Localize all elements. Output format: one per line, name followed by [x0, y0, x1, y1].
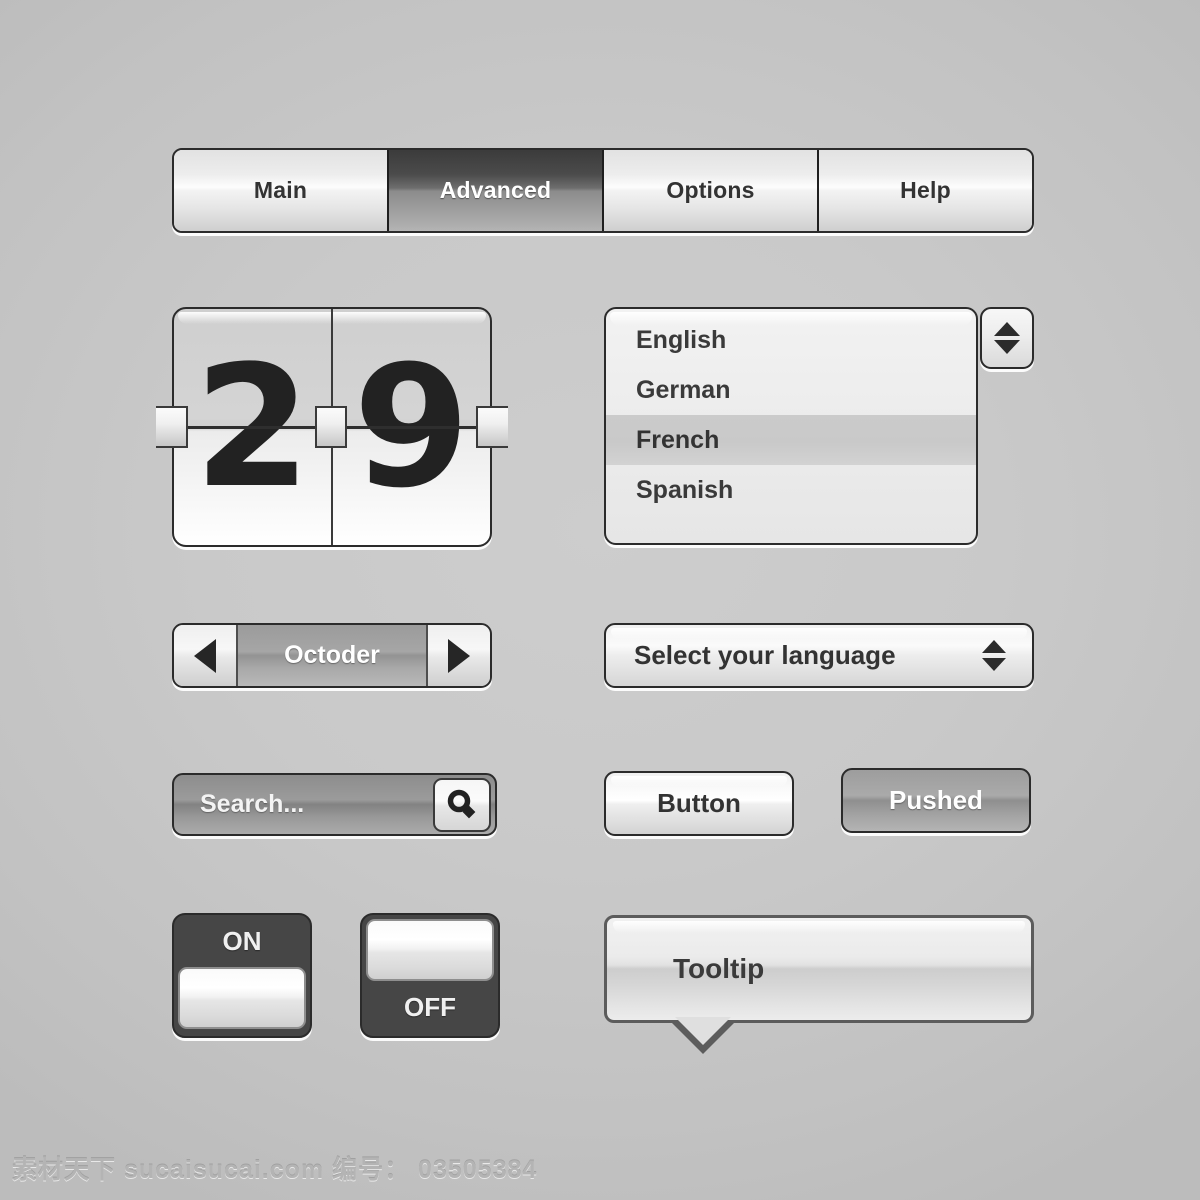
tab-advanced[interactable]: Advanced — [389, 150, 604, 231]
tab-main[interactable]: Main — [174, 150, 389, 231]
select-spinner[interactable] — [982, 640, 1032, 671]
watermark-text: 素材天下 sucaisucai.com 编号： 03505384 — [12, 1156, 538, 1184]
list-scroll-spinner[interactable] — [980, 307, 1034, 369]
list-item-spanish[interactable]: Spanish — [606, 465, 976, 515]
tooltip-text: Tooltip — [673, 953, 765, 984]
triangle-up-icon[interactable] — [982, 640, 1006, 653]
tab-options[interactable]: Options — [604, 150, 819, 231]
list-item-german[interactable]: German — [606, 365, 976, 415]
button-pushed-label: Pushed — [889, 785, 983, 815]
language-list-box[interactable]: English German French Spanish — [604, 307, 978, 545]
toggle-switch-on[interactable]: ON — [172, 913, 312, 1038]
tab-advanced-label: Advanced — [439, 177, 552, 203]
stepper-prev-button[interactable] — [174, 625, 238, 686]
tab-bar: Main Advanced Options Help — [172, 148, 1034, 233]
list-item-french[interactable]: French — [606, 415, 976, 465]
tab-help[interactable]: Help — [819, 150, 1032, 231]
toggle-on-label: ON — [222, 925, 262, 956]
list-item-label: German — [636, 375, 731, 404]
tooltip-bubble: Tooltip — [604, 915, 1034, 1054]
triangle-up-icon[interactable] — [994, 322, 1020, 336]
tooltip-tail-fill — [675, 1017, 731, 1045]
language-select[interactable]: Select your language — [604, 623, 1034, 688]
stepper-value: Octoder — [238, 625, 426, 686]
tab-help-label: Help — [900, 177, 951, 203]
toggle-handle[interactable] — [178, 967, 306, 1029]
list-item-label: English — [636, 325, 727, 354]
flip-hinge-center-icon — [315, 406, 347, 448]
list-item-english[interactable]: English — [606, 315, 976, 365]
search-field[interactable]: Search... — [172, 773, 497, 836]
triangle-down-icon[interactable] — [982, 658, 1006, 671]
toggle-switch-off[interactable]: OFF — [360, 913, 500, 1038]
flip-hinge-left-icon — [156, 406, 188, 448]
triangle-right-icon — [448, 638, 470, 673]
button-normal-label: Button — [657, 788, 741, 818]
button-normal[interactable]: Button — [604, 771, 794, 836]
list-item-label: French — [636, 425, 720, 454]
triangle-down-icon[interactable] — [994, 340, 1020, 354]
ui-kit-canvas: Main Advanced Options Help 2 9 English G… — [0, 0, 1200, 1200]
search-input[interactable]: Search... — [174, 790, 433, 819]
button-pushed[interactable]: Pushed — [841, 768, 1031, 833]
tab-options-label: Options — [666, 177, 755, 203]
list-item-label: Spanish — [636, 475, 734, 504]
triangle-left-icon — [194, 638, 216, 673]
stepper-next-button[interactable] — [426, 625, 490, 686]
toggle-handle[interactable] — [366, 919, 494, 981]
flip-hinge-right-icon — [476, 406, 508, 448]
search-button[interactable] — [433, 777, 491, 832]
magnifier-icon — [447, 789, 476, 818]
flip-counter[interactable]: 2 9 — [156, 307, 508, 547]
month-stepper: Octoder — [172, 623, 492, 688]
tab-main-label: Main — [253, 177, 308, 203]
toggle-off-label: OFF — [404, 991, 456, 1022]
select-value: Select your language — [634, 640, 896, 670]
